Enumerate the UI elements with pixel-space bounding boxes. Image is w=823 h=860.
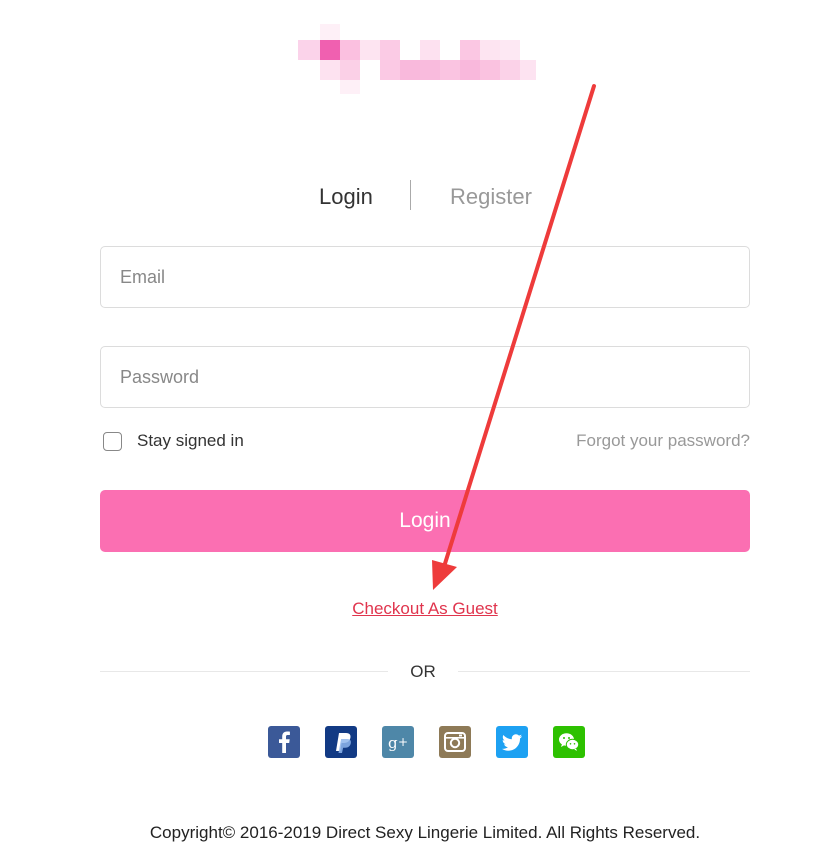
- email-input[interactable]: [101, 247, 749, 307]
- twitter-icon[interactable]: [496, 726, 528, 758]
- password-input[interactable]: [101, 347, 749, 407]
- svg-text:+: +: [398, 735, 408, 749]
- forgot-password-link[interactable]: Forgot your password?: [576, 431, 750, 451]
- facebook-icon[interactable]: [268, 726, 300, 758]
- stay-signed-in-label: Stay signed in: [137, 431, 244, 450]
- tab-login[interactable]: Login: [319, 184, 373, 210]
- checkout-as-guest-link[interactable]: Checkout As Guest: [0, 599, 823, 619]
- tab-divider: [410, 180, 411, 210]
- password-field-container: [100, 346, 750, 408]
- tab-register[interactable]: Register: [450, 184, 532, 210]
- or-divider: OR: [100, 660, 750, 684]
- wechat-icon[interactable]: [553, 726, 585, 758]
- divider-line-left: [100, 671, 388, 672]
- or-label: OR: [410, 662, 436, 681]
- svg-text:g: g: [388, 734, 398, 752]
- paypal-icon[interactable]: [325, 726, 357, 758]
- divider-line-right: [458, 671, 750, 672]
- stay-signed-in[interactable]: Stay signed in: [103, 430, 244, 452]
- logo: [298, 22, 538, 94]
- copyright-footer: Copyright© 2016-2019 Direct Sexy Lingeri…: [149, 823, 701, 842]
- login-button[interactable]: Login: [100, 490, 750, 552]
- auth-tabs: Login Register: [0, 178, 823, 216]
- google-plus-icon[interactable]: g +: [382, 726, 414, 758]
- stay-signed-in-checkbox[interactable]: [103, 431, 122, 451]
- instagram-icon[interactable]: [439, 726, 471, 758]
- email-field-container: [100, 246, 750, 308]
- social-login-buttons: g +: [268, 726, 585, 758]
